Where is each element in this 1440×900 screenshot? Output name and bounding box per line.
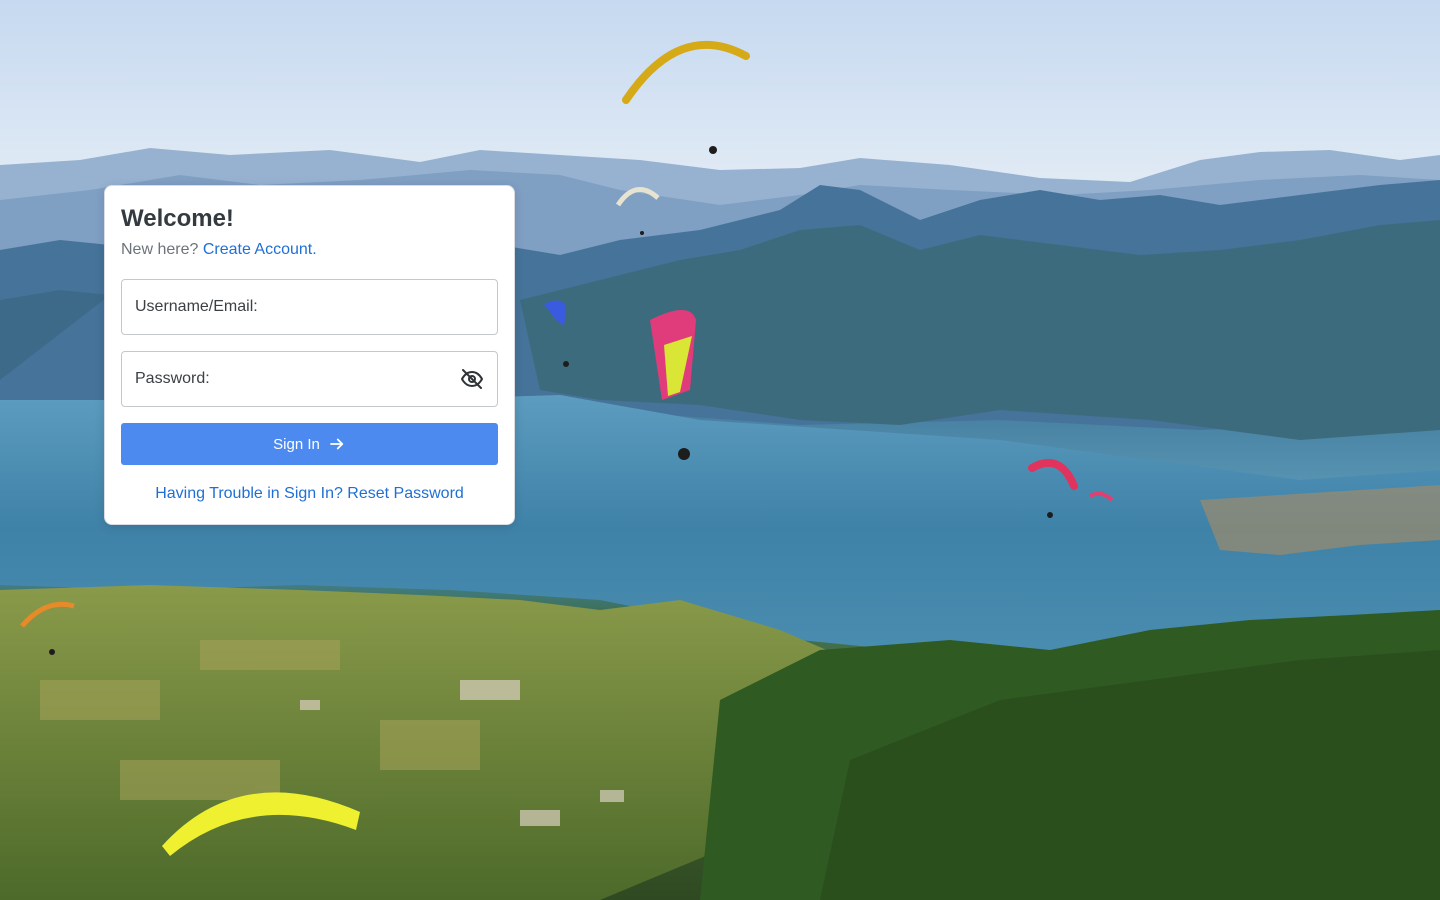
username-field (121, 279, 498, 335)
new-here-text: New here? (121, 241, 203, 258)
new-here-line: New here? Create Account. (121, 240, 498, 260)
password-field (121, 351, 498, 407)
welcome-title: Welcome! (121, 205, 234, 232)
sign-in-button[interactable]: Sign In (121, 423, 498, 465)
trouble-signin-line: Having Trouble in Sign In? Reset Passwor… (121, 484, 498, 504)
arrow-right-icon (329, 438, 343, 450)
reset-password-link[interactable]: Having Trouble in Sign In? Reset Passwor… (155, 485, 464, 502)
eye-off-icon[interactable] (460, 367, 484, 391)
sign-in-label: Sign In (273, 435, 320, 453)
create-account-link[interactable]: Create Account. (203, 241, 317, 258)
password-input[interactable] (122, 352, 497, 406)
username-input[interactable] (122, 280, 497, 334)
login-card: Welcome! New here? Create Account. Sign … (104, 185, 515, 525)
